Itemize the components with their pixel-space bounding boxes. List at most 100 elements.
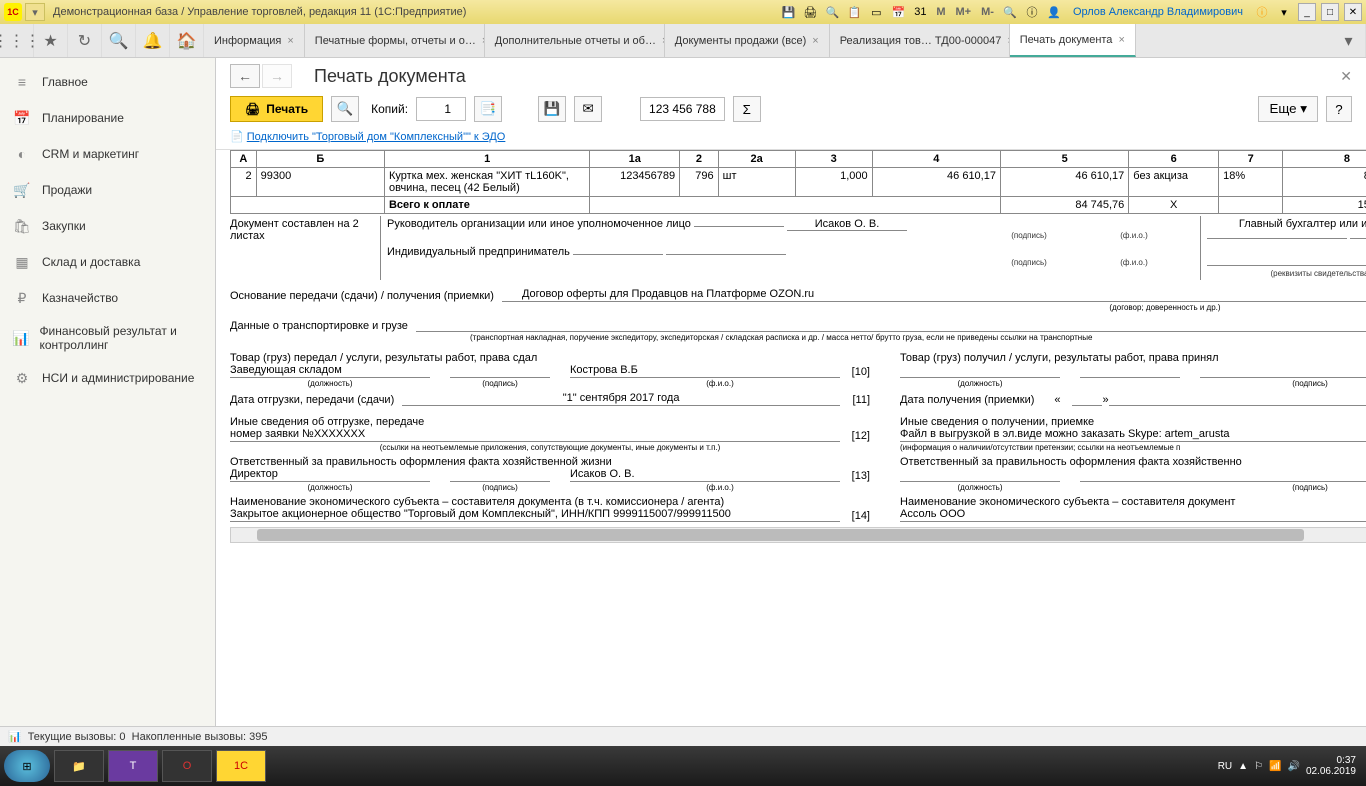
user-name[interactable]: Орлов Александр Владимирович xyxy=(1073,6,1243,18)
edo-link-row: 📄 Подключить "Торговый дом "Комплексный"… xyxy=(216,128,1366,149)
app-logo: 1C xyxy=(4,3,22,21)
info-icon[interactable]: ⓘ xyxy=(1023,3,1041,21)
history-icon[interactable]: ↻ xyxy=(68,24,102,57)
tray-flag-icon[interactable]: ▲ xyxy=(1238,761,1248,772)
save-icon[interactable]: 💾 xyxy=(779,3,797,21)
sidebar-icon: 🛒 xyxy=(12,180,32,200)
user-icon: 👤 xyxy=(1045,3,1063,21)
preview-button[interactable]: 🔍 xyxy=(331,96,359,122)
number-display: 123 456 788 xyxy=(640,97,725,121)
chart-icon: 📊 xyxy=(8,730,22,743)
doc-pages-note: Документ составлен на 2 листах xyxy=(230,216,380,280)
sidebar-icon: ≡ xyxy=(12,72,32,92)
action-bar: 🖨Печать 🔍 Копий: 📑 💾 ✉ 123 456 788 Σ Еще… xyxy=(216,90,1366,128)
document-scroll[interactable]: АБ11a22a3456789 2 99300 Куртка мех. женс… xyxy=(216,149,1366,726)
nav-back-button[interactable]: ← xyxy=(230,64,260,88)
nav-forward-button[interactable]: → xyxy=(262,64,292,88)
close-icon[interactable]: × xyxy=(287,35,293,47)
sidebar-item-4[interactable]: 🛍Закупки xyxy=(0,208,215,244)
copies-input[interactable] xyxy=(416,97,466,121)
memory-mplus[interactable]: M+ xyxy=(953,6,975,18)
more-button[interactable]: Еще ▾ xyxy=(1258,96,1318,122)
content-area: ← → Печать документа ✕ 🖨Печать 🔍 Копий: … xyxy=(216,58,1366,726)
help-button[interactable]: ? xyxy=(1326,96,1352,122)
close-icon[interactable]: × xyxy=(1118,34,1124,46)
sidebar-icon: ₽ xyxy=(12,288,32,308)
sidebar-item-6[interactable]: ₽Казначейство xyxy=(0,280,215,316)
zoom-icon[interactable]: 🔍 xyxy=(1001,3,1019,21)
tab-3[interactable]: Документы продажи (все)× xyxy=(665,24,830,57)
taskbar-app-1[interactable]: T xyxy=(108,750,158,782)
sidebar-item-2[interactable]: ◐CRM и маркетинг xyxy=(0,136,215,172)
system-tray[interactable]: RU ▲ ⚐ 📶 🔊 0:37 02.06.2019 xyxy=(1218,755,1362,777)
page-close-icon[interactable]: ✕ xyxy=(1340,68,1352,85)
transfer-receive-section: Товар (груз) передал / услуги, результат… xyxy=(230,352,1366,523)
statusbar: 📊 Текущие вызовы: 0 Накопленные вызовы: … xyxy=(0,726,1366,746)
maximize-button[interactable]: □ xyxy=(1321,3,1339,21)
tab-1[interactable]: Печатные формы, отчеты и о…× xyxy=(305,24,485,57)
taskbar-1c[interactable]: 1C xyxy=(216,750,266,782)
back-dropdown[interactable]: ▾ xyxy=(25,3,45,21)
sidebar-item-5[interactable]: ▦Склад и доставка xyxy=(0,244,215,280)
date-icon[interactable]: 31 xyxy=(911,3,929,21)
preview-icon[interactable]: 🔍 xyxy=(823,3,841,21)
taskbar-opera[interactable]: O xyxy=(162,750,212,782)
sidebar-icon: 📊 xyxy=(12,328,29,348)
sidebar-icon: ⚙ xyxy=(12,368,32,388)
tab-0[interactable]: Информация× xyxy=(204,24,305,57)
tab-5[interactable]: Печать документа× xyxy=(1010,24,1136,57)
dropdown-icon[interactable]: ▾ xyxy=(1275,3,1293,21)
calendar-icon[interactable]: 📅 xyxy=(889,3,907,21)
memory-mminus[interactable]: M- xyxy=(978,6,997,18)
sidebar-item-7[interactable]: 📊Финансовый результат и контроллинг xyxy=(0,316,215,360)
minimize-button[interactable]: _ xyxy=(1298,3,1316,21)
settings-button[interactable]: 📑 xyxy=(474,96,502,122)
table-header-row: АБ11a22a3456789 xyxy=(231,151,1366,168)
tray-sound-icon[interactable]: 🔊 xyxy=(1287,761,1299,772)
tab-4[interactable]: Реализация тов… ТД00-000047× xyxy=(830,24,1010,57)
sidebar-icon: 📅 xyxy=(12,108,32,128)
tab-2[interactable]: Дополнительные отчеты и об…× xyxy=(485,24,665,57)
items-table: АБ11a22a3456789 2 99300 Куртка мех. женс… xyxy=(230,150,1366,214)
edo-link[interactable]: Подключить "Торговый дом "Комплексный"" … xyxy=(247,131,506,143)
table-row: 2 99300 Куртка мех. женская "ХИТ тL160K"… xyxy=(231,168,1366,197)
sidebar-item-3[interactable]: 🛒Продажи xyxy=(0,172,215,208)
sidebar-item-8[interactable]: ⚙НСИ и администрирование xyxy=(0,360,215,396)
titlebar: 1C ▾ Демонстрационная база / Управление … xyxy=(0,0,1366,24)
copies-label: Копий: xyxy=(371,102,408,116)
sum-button[interactable]: Σ xyxy=(733,96,761,122)
close-button[interactable]: ✕ xyxy=(1344,3,1362,21)
search-icon[interactable]: 🔍 xyxy=(102,24,136,57)
bell-icon[interactable]: 🔔 xyxy=(136,24,170,57)
signatures-block: Документ составлен на 2 листах Руководит… xyxy=(230,216,1366,280)
home-icon[interactable]: 🏠 xyxy=(170,24,204,57)
clipboard-icon[interactable]: 📋 xyxy=(845,3,863,21)
sidebar-icon: ◐ xyxy=(12,144,32,164)
page-title: Печать документа xyxy=(314,66,466,87)
sidebar: ≡Главное📅Планирование◐CRM и маркетинг🛒Пр… xyxy=(0,58,216,726)
taskbar-explorer[interactable]: 📁 xyxy=(54,750,104,782)
receive-column: Товар (груз) получил / услуги, результат… xyxy=(900,352,1366,523)
print-button[interactable]: 🖨Печать xyxy=(230,96,323,122)
print-icon[interactable]: 🖨 xyxy=(801,3,819,21)
edo-icon: 📄 xyxy=(230,131,244,143)
apps-icon[interactable]: ⋮⋮⋮ xyxy=(0,24,34,57)
tab-menu-icon[interactable]: ▾ xyxy=(1332,24,1366,57)
sidebar-item-1[interactable]: 📅Планирование xyxy=(0,100,215,136)
sidebar-icon: ▦ xyxy=(12,252,32,272)
email-button[interactable]: ✉ xyxy=(574,96,602,122)
save-button[interactable]: 💾 xyxy=(538,96,566,122)
calc-icon[interactable]: ▭ xyxy=(867,3,885,21)
sidebar-icon: 🛍 xyxy=(12,216,32,236)
tray-network-icon[interactable]: 📶 xyxy=(1269,761,1281,772)
tray-shield-icon[interactable]: ⚐ xyxy=(1254,761,1263,772)
memory-m[interactable]: M xyxy=(933,6,948,18)
start-button[interactable]: ⊞ xyxy=(4,750,50,782)
favorite-icon[interactable]: ★ xyxy=(34,24,68,57)
tab-bar: ⋮⋮⋮ ★ ↻ 🔍 🔔 🏠 Информация×Печатные формы,… xyxy=(0,24,1366,58)
close-icon[interactable]: × xyxy=(812,35,818,47)
taskbar: ⊞ 📁 T O 1C RU ▲ ⚐ 📶 🔊 0:37 02.06.2019 xyxy=(0,746,1366,786)
sidebar-item-0[interactable]: ≡Главное xyxy=(0,64,215,100)
horizontal-scrollbar[interactable] xyxy=(230,527,1366,543)
attention-icon[interactable]: ⓘ xyxy=(1253,3,1271,21)
